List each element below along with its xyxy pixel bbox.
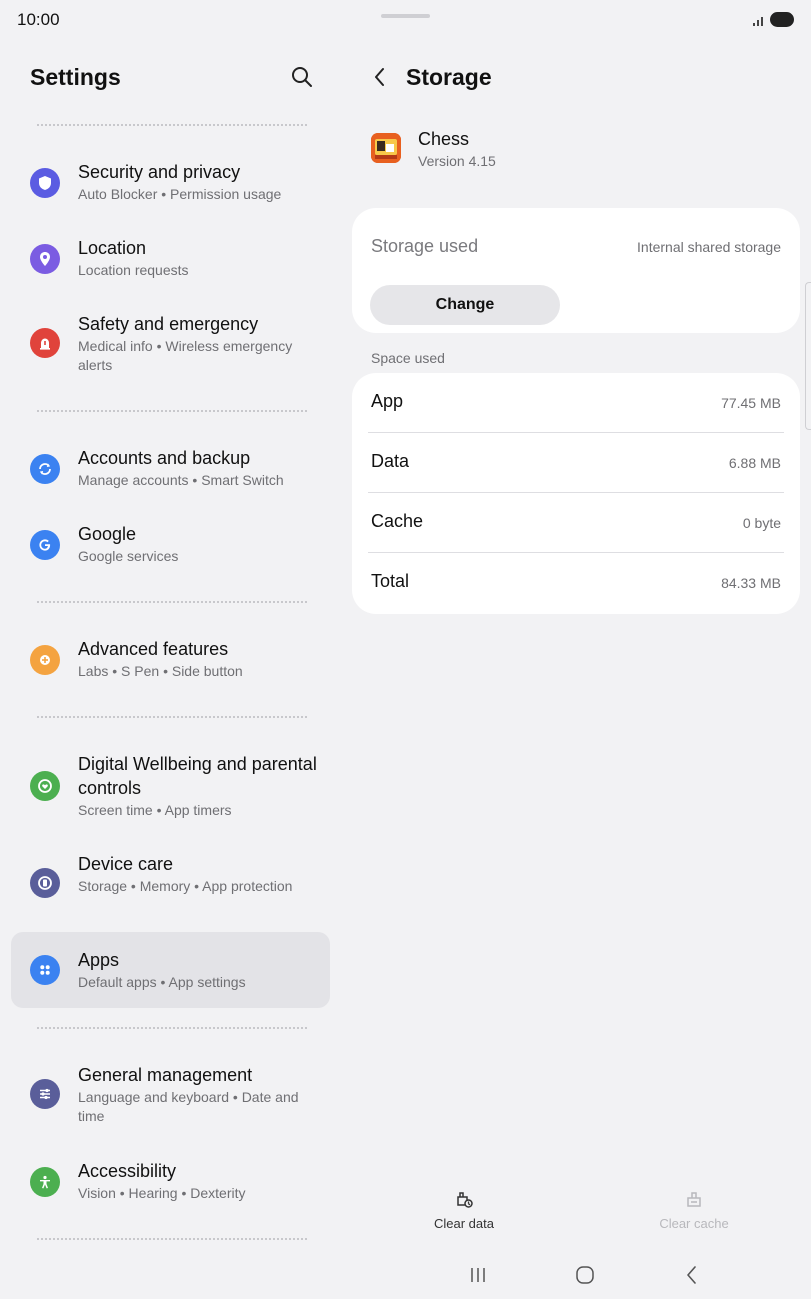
storage-location-card: Storage used Internal shared storage Cha… bbox=[352, 208, 800, 333]
settings-item-digital-wellbeing[interactable]: Digital Wellbeing and parental controls … bbox=[11, 742, 330, 830]
clear-cache-label: Clear cache bbox=[659, 1216, 729, 1231]
menu-title: General management bbox=[78, 1065, 253, 1085]
menu-title: Google bbox=[78, 524, 137, 544]
menu-title: Safety and emergency bbox=[78, 314, 259, 334]
settings-item-general-management[interactable]: General management Language and keyboard… bbox=[11, 1053, 330, 1137]
menu-title: Accessibility bbox=[78, 1161, 177, 1181]
menu-title: Security and privacy bbox=[78, 162, 241, 182]
location-pin-icon bbox=[30, 244, 60, 274]
accessibility-icon bbox=[30, 1167, 60, 1197]
sync-icon bbox=[30, 454, 60, 484]
shield-icon bbox=[30, 168, 60, 198]
space-used-label: Space used bbox=[371, 350, 445, 366]
storage-used-label: Storage used bbox=[371, 236, 479, 256]
back-icon[interactable] bbox=[368, 64, 392, 90]
row-label: Cache bbox=[371, 511, 424, 531]
clear-data-button[interactable]: Clear data bbox=[404, 1188, 524, 1231]
menu-subtitle: Screen time • App timers bbox=[78, 802, 232, 818]
clear-data-label: Clear data bbox=[434, 1216, 494, 1231]
settings-item-google[interactable]: Google Google services bbox=[11, 512, 330, 576]
apps-icon bbox=[30, 955, 60, 985]
divider bbox=[37, 124, 307, 126]
row-value: 0 byte bbox=[742, 515, 781, 531]
page-title: Storage bbox=[406, 64, 492, 90]
storage-pane: Storage Chess Version 4.15 Storage used … bbox=[340, 40, 811, 1240]
menu-subtitle: Storage • Memory • App protection bbox=[78, 878, 293, 894]
space-row-data: Data 6.88 MB bbox=[352, 433, 800, 493]
chess-app-icon bbox=[371, 133, 401, 163]
settings-item-security-privacy[interactable]: Security and privacy Auto Blocker • Perm… bbox=[11, 150, 330, 214]
device-care-icon bbox=[30, 868, 60, 898]
recents-button[interactable] bbox=[458, 1262, 498, 1288]
recents-icon bbox=[471, 1268, 485, 1282]
menu-title: Digital Wellbeing and parental controls bbox=[78, 754, 317, 798]
home-button[interactable] bbox=[565, 1262, 605, 1288]
settings-item-location[interactable]: Location Location requests bbox=[11, 226, 330, 290]
menu-subtitle: Manage accounts • Smart Switch bbox=[78, 472, 284, 488]
settings-item-accounts-backup[interactable]: Accounts and backup Manage accounts • Sm… bbox=[11, 436, 330, 500]
divider bbox=[37, 1027, 307, 1029]
menu-subtitle: Google services bbox=[78, 548, 179, 564]
settings-pane: Settings Security and privacy Auto Block… bbox=[0, 40, 340, 1240]
menu-title: Advanced features bbox=[78, 639, 229, 659]
menu-title: Device care bbox=[78, 854, 174, 874]
signal-icon bbox=[753, 17, 763, 26]
row-value: 84.33 MB bbox=[721, 575, 781, 591]
settings-item-accessibility[interactable]: Accessibility Vision • Hearing • Dexteri… bbox=[11, 1149, 330, 1213]
clear-cache-icon bbox=[687, 1192, 701, 1207]
space-row-total: Total 84.33 MB bbox=[352, 553, 800, 613]
space-used-card: App 77.45 MB Data 6.88 MB Cache 0 byte T… bbox=[352, 373, 800, 614]
back-nav-icon bbox=[687, 1266, 696, 1284]
space-row-app: App 77.45 MB bbox=[352, 373, 800, 433]
sliders-icon bbox=[30, 1079, 60, 1109]
change-button[interactable]: Change bbox=[370, 285, 560, 325]
status-time: 10:00 bbox=[17, 10, 60, 29]
back-nav-button[interactable] bbox=[672, 1262, 712, 1288]
settings-item-safety-emergency[interactable]: Safety and emergency Medical info • Wire… bbox=[11, 302, 330, 386]
menu-title: Accounts and backup bbox=[78, 448, 251, 468]
menu-title: Location bbox=[78, 238, 147, 258]
divider bbox=[37, 716, 307, 718]
menu-title: Apps bbox=[78, 950, 120, 970]
battery-icon bbox=[770, 12, 794, 27]
settings-item-apps[interactable]: Apps Default apps • App settings bbox=[11, 932, 330, 1008]
status-bar: 10:00 bbox=[0, 0, 811, 40]
search-icon[interactable] bbox=[289, 64, 315, 90]
storage-used-value: Internal shared storage bbox=[637, 239, 781, 255]
clear-cache-button[interactable]: Clear cache bbox=[634, 1188, 754, 1231]
wellbeing-icon bbox=[30, 771, 60, 801]
divider bbox=[37, 601, 307, 603]
settings-item-device-care[interactable]: Device care Storage • Memory • App prote… bbox=[11, 842, 330, 926]
app-version: Version 4.15 bbox=[418, 153, 496, 169]
menu-subtitle: Auto Blocker • Permission usage bbox=[78, 186, 282, 202]
space-row-cache: Cache 0 byte bbox=[352, 493, 800, 553]
menu-subtitle: Language and keyboard • Date and time bbox=[78, 1089, 299, 1124]
row-value: 77.45 MB bbox=[721, 395, 781, 411]
row-label: Data bbox=[371, 451, 410, 471]
google-icon bbox=[30, 530, 60, 560]
pane-resize-handle[interactable] bbox=[805, 282, 811, 430]
menu-subtitle: Medical info • Wireless emergency alerts bbox=[78, 338, 293, 373]
menu-subtitle: Location requests bbox=[78, 262, 189, 278]
menu-subtitle: Vision • Hearing • Dexterity bbox=[78, 1185, 246, 1201]
row-label: App bbox=[371, 391, 404, 411]
clear-data-icon bbox=[457, 1192, 473, 1208]
settings-item-advanced-features[interactable]: Advanced features Labs • S Pen • Side bu… bbox=[11, 627, 330, 691]
row-label: Total bbox=[371, 571, 410, 591]
app-name: Chess bbox=[418, 129, 470, 149]
divider bbox=[37, 410, 307, 412]
menu-subtitle: Default apps • App settings bbox=[78, 974, 246, 990]
window-drag-handle[interactable] bbox=[381, 14, 430, 18]
home-icon bbox=[576, 1266, 594, 1284]
divider bbox=[37, 1238, 307, 1240]
gear-plus-icon bbox=[30, 645, 60, 675]
menu-subtitle: Labs • S Pen • Side button bbox=[78, 663, 243, 679]
settings-title: Settings bbox=[30, 64, 121, 90]
row-value: 6.88 MB bbox=[728, 455, 781, 471]
alert-icon bbox=[30, 328, 60, 358]
